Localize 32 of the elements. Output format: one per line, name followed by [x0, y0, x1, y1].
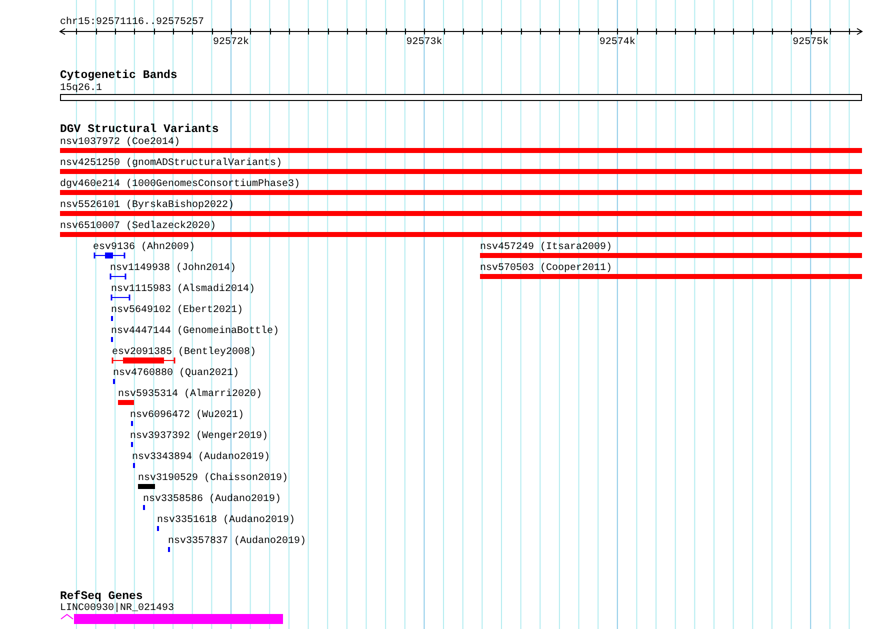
feature-label: nsv1149938 (John2014)	[110, 263, 236, 274]
feature-label: esv2091385 (Bentley2008)	[112, 347, 256, 358]
tick-label: 92575k	[792, 37, 829, 48]
feature-label: nsv3190529 (Chaisson2019)	[138, 473, 288, 484]
track-title: Cytogenetic Bands	[60, 69, 178, 82]
feature-label: nsv5649102 (Ebert2021)	[111, 305, 244, 316]
feature-label: nsv3358586 (Audano2019)	[143, 494, 282, 505]
feature-label: nsv5935314 (Almarri2020)	[118, 389, 262, 400]
feature-label: nsv1115983 (Alsmadi2014)	[111, 284, 256, 295]
feature-label: nsv6096472 (Wu2021)	[130, 410, 244, 421]
feature-label: dgv460e214 (1000GenomesConsortiumPhase3)	[60, 179, 300, 190]
feature-label: 15q26.1	[60, 83, 102, 94]
feature-label: LINC00930|NR_021493	[60, 603, 174, 614]
feature-label: nsv5526101 (ByrskaBishop2022)	[60, 200, 234, 211]
feature-label: nsv1037972 (Coe2014)	[60, 137, 180, 148]
feature-label: nsv3351618 (Audano2019)	[157, 515, 296, 526]
feature-label: nsv6510007 (Sedlazeck2020)	[60, 221, 216, 232]
tick-label: 92573k	[406, 37, 442, 48]
feature-label: nsv3343894 (Audano2019)	[132, 452, 270, 463]
tick-label: 92574k	[599, 37, 636, 48]
tick-label: 92572k	[213, 37, 249, 48]
feature-label: nsv3357837 (Audano2019)	[168, 536, 306, 547]
track-title: RefSeq Genes	[60, 590, 143, 603]
feature-label: nsv570503 (Cooper2011)	[480, 263, 612, 274]
locus-label: chr15:92571116..92575257	[60, 17, 204, 28]
feature-label: esv9136 (Ahn2009)	[93, 242, 196, 253]
track-title: DGV Structural Variants	[60, 123, 219, 136]
feature-label: nsv4251250 (gnomADStructuralVariants)	[60, 158, 282, 169]
feature-label: nsv457249 (Itsara2009)	[480, 242, 612, 253]
feature-label: nsv3937392 (Wenger2019)	[130, 431, 268, 442]
feature-label: nsv4760880 (Quan2021)	[113, 368, 240, 379]
feature-label: nsv4447144 (GenomeinaBottle)	[111, 326, 280, 337]
